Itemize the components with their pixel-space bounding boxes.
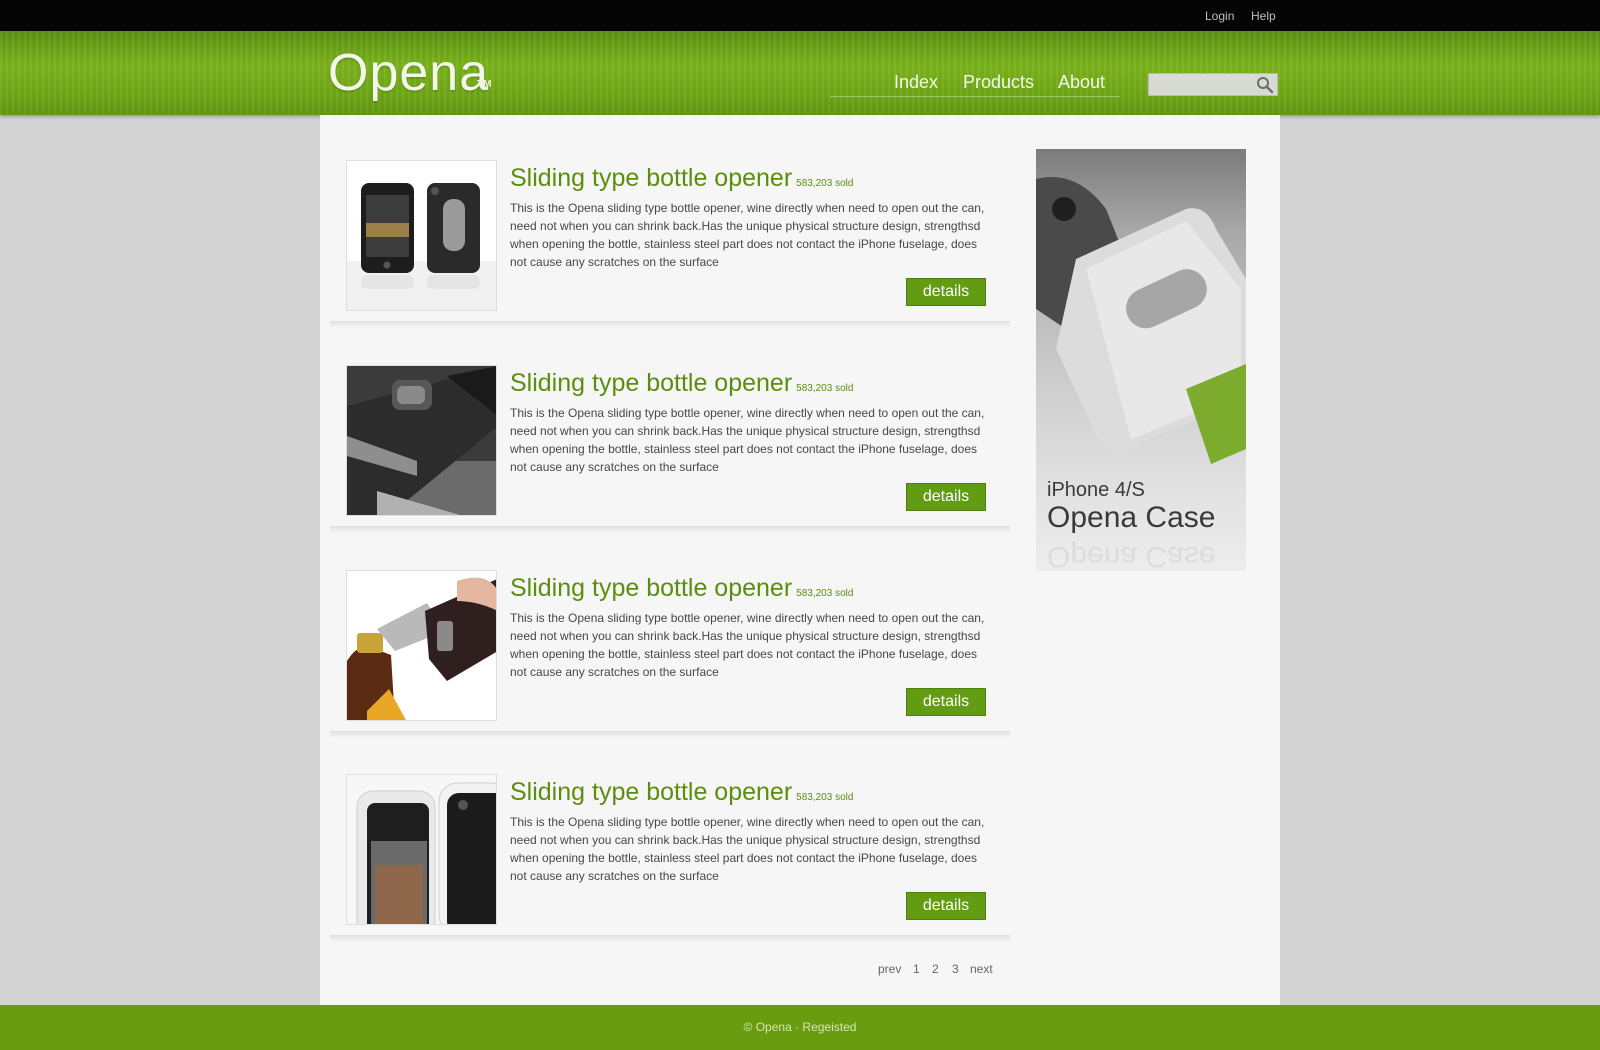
banner-title-line2: Opena Case — [1047, 501, 1216, 534]
main-content: Sliding type bottle opener 583,203 sold T… — [320, 115, 1280, 1005]
product-description: This is the Opena sliding type bottle op… — [510, 201, 985, 269]
footer: © Opena · Regeisted — [0, 1005, 1600, 1050]
product-title[interactable]: Sliding type bottle opener 583,203 sold — [510, 574, 853, 603]
pagination-next[interactable]: next — [970, 962, 993, 976]
nav-index[interactable]: Index — [894, 72, 938, 93]
product-item: Sliding type bottle opener 583,203 sold T… — [330, 762, 1010, 942]
product-image[interactable] — [346, 774, 497, 925]
search-box — [1148, 73, 1278, 96]
sold-count: 583,203 sold — [796, 588, 854, 599]
product-image[interactable] — [346, 160, 497, 311]
pagination-prev[interactable]: prev — [878, 962, 901, 976]
pagination-page-1[interactable]: 1 — [913, 962, 920, 976]
product-item: Sliding type bottle opener 583,203 sold T… — [330, 148, 1010, 328]
banner-title-line1: iPhone 4/S — [1047, 479, 1145, 501]
details-button[interactable]: details — [906, 892, 986, 920]
promo-banner[interactable]: iPhone 4/S Opena Case Opena Case — [1036, 149, 1246, 571]
product-image[interactable] — [346, 365, 497, 516]
sold-count: 583,203 sold — [796, 178, 854, 189]
pagination-page-3[interactable]: 3 — [952, 962, 959, 976]
sold-count: 583,203 sold — [796, 792, 854, 803]
pagination-page-2[interactable]: 2 — [932, 962, 939, 976]
details-button[interactable]: details — [906, 278, 986, 306]
search-input[interactable] — [1153, 76, 1253, 93]
product-description: This is the Opena sliding type bottle op… — [510, 406, 985, 474]
product-title[interactable]: Sliding type bottle opener 583,203 sold — [510, 778, 853, 807]
product-title[interactable]: Sliding type bottle opener 583,203 sold — [510, 164, 853, 193]
product-item: Sliding type bottle opener 583,203 sold T… — [330, 558, 1010, 738]
product-description: This is the Opena sliding type bottle op… — [510, 611, 985, 679]
details-button[interactable]: details — [906, 483, 986, 511]
logo[interactable]: Opena — [328, 43, 489, 103]
header: Opena TM Index Products About — [0, 31, 1600, 115]
login-link[interactable]: Login — [1205, 9, 1234, 23]
product-title[interactable]: Sliding type bottle opener 583,203 sold — [510, 369, 853, 398]
product-image[interactable] — [346, 570, 497, 721]
search-icon[interactable] — [1256, 76, 1274, 94]
top-bar: Login Help — [0, 0, 1600, 31]
product-description: This is the Opena sliding type bottle op… — [510, 815, 985, 883]
sold-count: 583,203 sold — [796, 383, 854, 394]
trademark: TM — [477, 79, 492, 90]
nav-products[interactable]: Products — [963, 72, 1034, 93]
details-button[interactable]: details — [906, 688, 986, 716]
footer-copyright: © Opena · Regeisted — [743, 1020, 857, 1034]
banner-reflection: Opena Case — [1047, 540, 1216, 571]
product-item: Sliding type bottle opener 583,203 sold T… — [330, 353, 1010, 533]
help-link[interactable]: Help — [1251, 9, 1276, 23]
nav-underline — [830, 96, 1120, 97]
nav-about[interactable]: About — [1058, 72, 1105, 93]
